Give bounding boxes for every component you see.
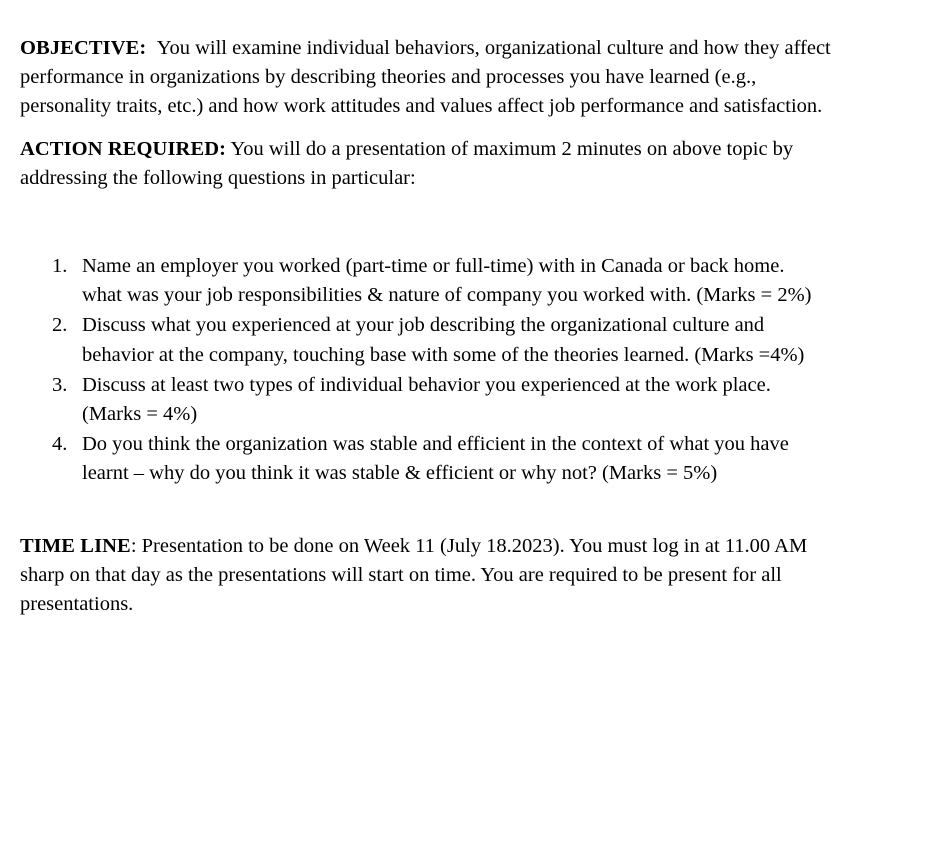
document-body: OBJECTIVE: You will examine individual b…: [20, 34, 842, 692]
action-required-label: ACTION REQUIRED:: [20, 137, 227, 160]
objective-label: OBJECTIVE:: [20, 37, 147, 59]
list-item: Name an employer you worked (part-time o…: [20, 252, 820, 310]
action-required-paragraph: ACTION REQUIRED: You will do a presentat…: [20, 135, 842, 193]
objective-paragraph: OBJECTIVE: You will examine individual b…: [20, 34, 842, 122]
list-bottom-spacer: [20, 490, 842, 532]
time-line-paragraph: TIME LINE: Presentation to be done on We…: [20, 532, 842, 620]
list-item: Discuss what you experienced at your job…: [20, 311, 820, 369]
list-top-spacer: [20, 206, 842, 252]
document-page: OBJECTIVE: You will examine individual b…: [0, 0, 942, 843]
page-bottom-spacer: [20, 632, 842, 692]
list-item: Discuss at least two types of individual…: [20, 371, 820, 429]
question-text: Discuss at least two types of individual…: [82, 373, 771, 426]
question-text: Do you think the organization was stable…: [82, 433, 789, 485]
question-list: Name an employer you worked (part-time o…: [20, 252, 820, 489]
list-item: Do you think the organization was stable…: [20, 430, 820, 488]
time-line-label: TIME LINE: [20, 534, 131, 557]
question-text: Name an employer you worked (part-time o…: [82, 255, 812, 307]
time-line-text: : Presentation to be done on Week 11 (Ju…: [20, 534, 808, 616]
question-text: Discuss what you experienced at your job…: [82, 314, 805, 366]
